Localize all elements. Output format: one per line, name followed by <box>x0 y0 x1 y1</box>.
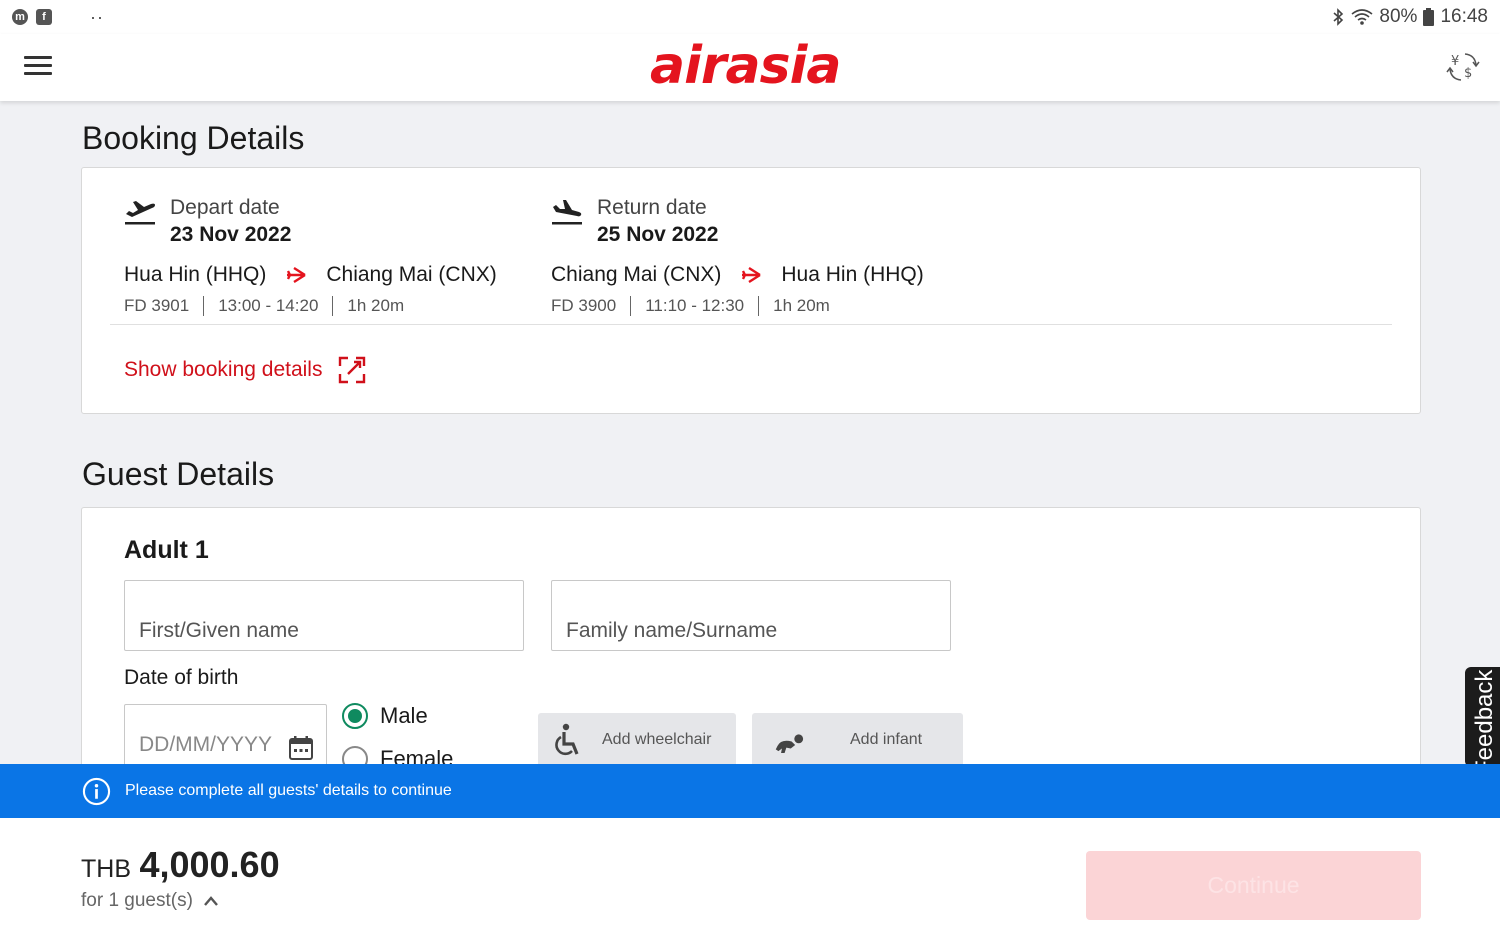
info-banner-text: Please complete all guests' details to c… <box>125 782 452 799</box>
return-date-value: 25 Nov 2022 <box>597 223 719 246</box>
battery-percent: 80% <box>1379 6 1418 27</box>
return-flight-number: FD 3900 <box>551 296 617 315</box>
total-price: THB 4,000.60 <box>81 844 280 886</box>
depart-date-value: 23 Nov 2022 <box>170 223 292 246</box>
svg-text:$: $ <box>1464 66 1472 81</box>
return-destination: Hua Hin (HHQ) <box>781 263 924 286</box>
hamburger-icon-line <box>24 72 52 75</box>
status-notifications: m f ·· <box>12 7 104 28</box>
more-notifications-icon: ·· <box>90 6 104 27</box>
flight-direction-icon <box>287 266 307 284</box>
wifi-icon <box>1351 9 1373 25</box>
hamburger-icon-line <box>24 64 52 67</box>
add-wheelchair-label: Add wheelchair <box>602 731 712 748</box>
airasia-logo[interactable]: airasia <box>650 36 842 96</box>
status-bar: m f ·· 80% 16:48 <box>0 0 1500 34</box>
first-name-input[interactable] <box>124 580 524 651</box>
depart-flight-time: 13:00 - 14:20 <box>218 296 319 315</box>
chevron-up-icon <box>204 896 218 906</box>
battery-icon <box>1423 8 1435 26</box>
guest-count-label: for 1 guest(s) <box>81 890 193 911</box>
hamburger-icon <box>24 56 52 59</box>
feedback-label: Feedback <box>1471 669 1498 767</box>
menu-button[interactable] <box>24 56 52 78</box>
currency-converter-button[interactable]: ¥ $ <box>1446 50 1480 84</box>
separator <box>630 296 632 316</box>
adult-1-title: Adult 1 <box>124 536 209 564</box>
continue-button[interactable]: Continue <box>1086 851 1421 920</box>
info-icon <box>82 777 111 805</box>
family-name-input[interactable] <box>551 580 951 651</box>
guest-details-card: Adult 1 Date of birth Male Female Add wh… <box>81 507 1421 807</box>
app-header: airasia ¥ $ <box>0 34 1500 101</box>
return-route: Chiang Mai (CNX) Hua Hin (HHQ) <box>551 263 924 287</box>
depart-flight-duration: 1h 20m <box>347 296 405 315</box>
currency-exchange-icon: ¥ $ <box>1446 53 1480 81</box>
messenger-icon: m <box>12 9 28 25</box>
flight-direction-icon <box>742 266 762 284</box>
show-booking-details-label: Show booking details <box>124 358 323 381</box>
plane-takeoff-icon <box>125 201 155 225</box>
return-flight-duration: 1h 20m <box>773 296 830 315</box>
separator <box>758 296 760 316</box>
svg-text:¥: ¥ <box>1451 54 1459 69</box>
price-amount: 4,000.60 <box>139 844 280 885</box>
depart-date-block: Depart date 23 Nov 2022 <box>124 196 504 248</box>
info-banner: Please complete all guests' details to c… <box>0 764 1500 818</box>
plane-landing-icon <box>552 200 582 225</box>
bluetooth-icon <box>1333 8 1344 26</box>
add-infant-label: Add infant <box>850 731 923 748</box>
card-divider <box>110 324 1392 325</box>
return-date-block: Return date 25 Nov 2022 <box>551 196 931 248</box>
depart-route: Hua Hin (HHQ) Chiang Mai (CNX) <box>124 263 497 287</box>
guest-count-toggle[interactable]: for 1 guest(s) <box>81 890 219 912</box>
separator <box>203 296 205 316</box>
booking-details-card: Depart date 23 Nov 2022 Hua Hin (HHQ) Ch… <box>81 167 1421 414</box>
facebook-icon: f <box>36 9 52 25</box>
radio-checked-icon <box>342 703 368 729</box>
booking-details-title: Booking Details <box>82 120 305 156</box>
expand-icon <box>339 356 366 384</box>
return-date-label: Return date <box>597 196 707 219</box>
separator <box>332 296 334 316</box>
depart-origin: Hua Hin (HHQ) <box>124 263 267 286</box>
date-of-birth-input[interactable] <box>139 733 284 757</box>
clock: 16:48 <box>1440 6 1488 27</box>
show-booking-details-link[interactable]: Show booking details <box>124 356 366 384</box>
wheelchair-icon <box>555 723 579 756</box>
date-of-birth-label: Date of birth <box>124 666 239 689</box>
return-origin: Chiang Mai (CNX) <box>551 263 722 286</box>
depart-destination: Chiang Mai (CNX) <box>326 263 497 286</box>
status-indicators: 80% 16:48 <box>1331 6 1488 28</box>
depart-date-label: Depart date <box>170 196 280 219</box>
guest-details-title: Guest Details <box>82 456 275 492</box>
depart-flight-number: FD 3901 <box>124 296 190 315</box>
calendar-icon[interactable] <box>288 735 314 761</box>
price-footer: THB 4,000.60 for 1 guest(s) Continue <box>0 818 1500 938</box>
return-flight-meta: FD 3900 11:10 - 12:30 1h 20m <box>551 296 830 316</box>
infant-icon <box>775 734 804 753</box>
gender-male-label: Male <box>380 703 428 728</box>
gender-male-radio[interactable]: Male <box>342 703 428 729</box>
feedback-tab[interactable]: Feedback <box>1465 667 1500 767</box>
price-currency: THB <box>81 855 131 883</box>
return-flight-time: 11:10 - 12:30 <box>645 296 745 315</box>
depart-flight-meta: FD 3901 13:00 - 14:20 1h 20m <box>124 296 404 316</box>
